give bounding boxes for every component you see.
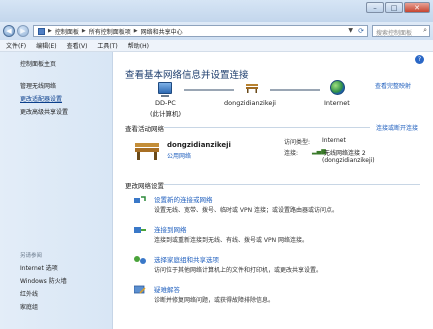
forward-button[interactable]: ▶ [17, 25, 29, 37]
task-troubleshoot-link[interactable]: 疑难解答 [154, 284, 180, 294]
pc-sub-label: (此计算机) [150, 110, 182, 118]
search-placeholder: 搜索控制面板 [376, 30, 413, 37]
menu-file[interactable]: 文件(F) [6, 41, 26, 50]
view-full-map-link[interactable]: 查看完整映射 [375, 81, 411, 90]
section-divider [164, 184, 420, 185]
internet-label: Internet [324, 99, 350, 107]
connection-label: 连接: [284, 150, 299, 157]
menu-edit[interactable]: 编辑(E) [36, 41, 56, 50]
sidebar-item-homegroup[interactable]: 家庭组 [20, 302, 38, 311]
task-setup-connection-link[interactable]: 设置新的连接或网络 [154, 194, 213, 204]
active-network-name: dongzidianzikeji [167, 141, 231, 149]
breadcrumb-network-center[interactable]: 网络和共享中心 [141, 27, 183, 36]
access-type-value: Internet [322, 137, 346, 144]
address-dropdown-icon[interactable]: ▼ [348, 27, 353, 34]
change-settings-heading: 更改网络设置 [125, 182, 164, 190]
close-button[interactable]: ✕ [404, 2, 430, 13]
computer-stand-icon [161, 95, 169, 97]
sidebar-item-manage-wireless[interactable]: 管理无线网络 [20, 81, 56, 90]
menu-help[interactable]: 帮助(H) [128, 41, 149, 50]
address-row: ◀ ▶ ▶ 控制面板 ▶ 所有控制面板项 ▶ 网络和共享中心 ▼ ⟳ 搜索控制面… [0, 22, 433, 40]
refresh-icon[interactable]: ⟳ [358, 27, 364, 35]
task-homegroup-link[interactable]: 选择家庭组和共享选项 [154, 254, 219, 264]
connection-line [270, 89, 320, 91]
troubleshoot-icon [134, 285, 146, 294]
menu-view[interactable]: 查看(V) [67, 41, 88, 50]
breadcrumb-all-items[interactable]: 所有控制面板项 [89, 27, 131, 36]
search-input[interactable]: 搜索控制面板 ⌕ [372, 25, 430, 37]
control-panel-icon [38, 27, 45, 35]
minimize-button[interactable]: – [366, 2, 384, 13]
sidebar-item-home[interactable]: 控制面板主页 [20, 59, 56, 68]
task-connect-network-desc: 连接到或重新连接到无线、有线、拨号或 VPN 网络连接。 [154, 237, 309, 244]
bench-network-icon[interactable] [245, 82, 259, 93]
address-bar[interactable]: ▶ 控制面板 ▶ 所有控制面板项 ▶ 网络和共享中心 ▼ ⟳ [33, 25, 368, 37]
new-connection-icon [134, 196, 146, 203]
pc-name-label: DD-PC [155, 99, 176, 107]
connection-ssid-link[interactable]: (dongzidianzikeji) [322, 157, 375, 164]
breadcrumb-separator-icon: ▶ [81, 28, 86, 34]
connection-link[interactable]: 无线网络连接 2 [324, 148, 366, 157]
connect-network-icon [134, 227, 146, 233]
connect-disconnect-link[interactable]: 连接或断开连接 [376, 123, 418, 132]
task-setup-connection-desc: 设置无线、宽带、拨号、临时或 VPN 连接；或设置路由器或访问点。 [154, 207, 339, 214]
see-also-heading: 另请参阅 [20, 253, 43, 259]
main-content: ? 查看基本网络信息并设置连接 查看完整映射 DD-PC (此计算机) dong… [114, 52, 433, 329]
active-networks-heading: 查看活动网络 [125, 125, 164, 133]
sidebar-item-infrared[interactable]: 红外线 [20, 289, 38, 298]
sidebar-item-adapter-settings[interactable]: 更改适配器设置 [20, 94, 62, 103]
menu-bar: 文件(F) 编辑(E) 查看(V) 工具(T) 帮助(H) [0, 40, 433, 52]
section-divider [164, 127, 370, 128]
breadcrumb-separator-icon: ▶ [48, 28, 52, 34]
menu-tools[interactable]: 工具(T) [97, 41, 117, 50]
title-bar: – □ ✕ [0, 0, 433, 22]
bench-network-icon[interactable] [134, 140, 160, 160]
task-homegroup-desc: 访问位于其他网络计算机上的文件和打印机，或更改共享设置。 [154, 267, 323, 274]
help-icon[interactable]: ? [415, 55, 424, 64]
globe-icon[interactable] [330, 80, 345, 95]
network-type-link[interactable]: 公用网络 [167, 151, 191, 160]
breadcrumb-control-panel[interactable]: 控制面板 [55, 27, 79, 36]
search-icon[interactable]: ⌕ [423, 26, 427, 35]
maximize-button[interactable]: □ [385, 2, 403, 13]
breadcrumb-separator-icon: ▶ [133, 28, 138, 34]
sidebar-item-advanced-sharing[interactable]: 更改高级共享设置 [20, 107, 68, 116]
page-title: 查看基本网络信息并设置连接 [125, 70, 249, 81]
computer-icon[interactable] [158, 82, 172, 94]
back-button[interactable]: ◀ [3, 25, 15, 37]
access-type-label: 访问类型: [284, 139, 311, 146]
task-connect-network-link[interactable]: 连接到网络 [154, 224, 187, 234]
network-name-label: dongzidianzikeji [224, 99, 276, 107]
task-troubleshoot-desc: 诊断并修复网络问题，或获得故障排除信息。 [154, 297, 275, 304]
connection-line [184, 89, 234, 91]
homegroup-sharing-icon [134, 256, 146, 264]
sidebar-item-firewall[interactable]: Windows 防火墙 [20, 276, 67, 285]
sidebar: 控制面板主页 管理无线网络 更改适配器设置 更改高级共享设置 另请参阅 Inte… [0, 52, 113, 329]
sidebar-item-internet-options[interactable]: Internet 选项 [20, 263, 58, 272]
